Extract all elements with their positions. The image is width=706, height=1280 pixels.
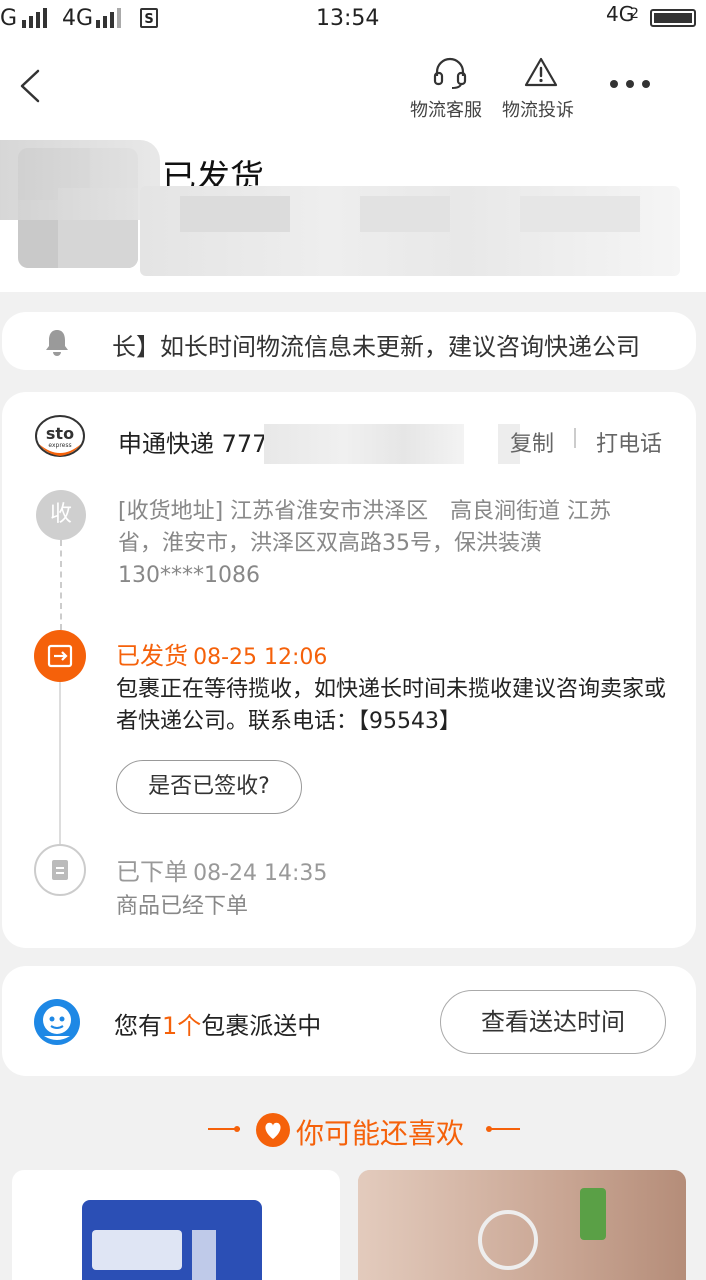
recommend-title: 你可能还喜欢: [296, 1117, 465, 1150]
decor-dot-left: [234, 1126, 240, 1132]
parcel-count: 1个: [162, 1012, 202, 1040]
sim-icon: S: [140, 8, 158, 28]
order-icon: [52, 860, 68, 880]
shipped-node: [34, 630, 86, 682]
event-time: 08-24 14:35: [193, 861, 328, 886]
brand-badge: [580, 1188, 606, 1240]
back-icon[interactable]: [18, 68, 44, 104]
timeline-connector: [60, 540, 62, 630]
warning-icon: [524, 57, 558, 87]
sto-logo-text: sto: [46, 424, 74, 443]
more-icon[interactable]: [608, 74, 652, 94]
product-card[interactable]: [12, 1170, 340, 1280]
bell-icon: [46, 330, 68, 356]
headset-icon: [433, 57, 467, 89]
event-status: 已发货: [116, 642, 188, 670]
confirm-signed-button[interactable]: 是否已签收?: [116, 760, 302, 814]
logistics-card: [2, 392, 696, 948]
network-label: 4G: [62, 6, 94, 31]
tracking-carrier-number: 申通快递 777: [118, 430, 268, 458]
complaint-label[interactable]: 物流投诉: [502, 96, 574, 122]
call-button[interactable]: 打电话: [596, 426, 662, 458]
customer-service-label[interactable]: 物流客服: [410, 96, 482, 122]
decor-line-right: [488, 1128, 520, 1130]
tracking-number-mask: [264, 424, 464, 464]
event-time: 08-25 12:06: [193, 645, 328, 670]
product-image: [82, 1200, 262, 1280]
signal-icon: [22, 8, 47, 28]
clock: 13:54: [316, 6, 380, 31]
delivery-address: [收货地址] 江苏省淮安市洪泽区 高良涧街道 江苏省，淮安市，洪泽区双高路35号…: [118, 499, 612, 588]
notice-text: 长】如长时间物流信息未更新，建议咨询快递公司: [112, 333, 640, 361]
shipped-icon: [47, 644, 73, 668]
event-shipped: 已发货 08-25 12:06: [116, 636, 327, 671]
receive-node-icon: 收: [36, 490, 86, 540]
pendant-shape: [478, 1210, 538, 1270]
privacy-mask-bar: [140, 186, 680, 276]
ordered-node: [34, 844, 86, 896]
timeline-connector-2: [59, 682, 61, 844]
sto-logo-subtext: express: [48, 442, 71, 449]
carrier-label: G: [0, 6, 18, 31]
signal-icon-2: [96, 8, 121, 28]
parcel-suffix: 包裹派送中: [201, 1012, 322, 1040]
courier-avatar-icon: [34, 999, 80, 1045]
parcel-status: 您有1个包裹派送中: [114, 1006, 321, 1041]
divider: [574, 428, 576, 448]
battery-icon: [650, 9, 696, 27]
event-description: 商品已经下单: [116, 894, 249, 919]
copy-button[interactable]: 复制: [510, 426, 554, 458]
sto-express-logo: sto express: [35, 415, 85, 457]
network-sub-label: 2: [630, 6, 639, 22]
parcel-prefix: 您有: [114, 1012, 162, 1040]
heart-icon: [256, 1113, 290, 1147]
event-description: 包裹正在等待揽收，如快递长时间未揽收建议咨询卖家或者快递公司。联系电话：【955…: [116, 677, 667, 734]
privacy-mask: [0, 140, 160, 220]
event-ordered: 已下单 08-24 14:35: [116, 852, 327, 887]
event-status: 已下单: [116, 858, 188, 886]
view-eta-button[interactable]: 查看送达时间: [440, 990, 666, 1054]
product-card[interactable]: [358, 1170, 686, 1280]
